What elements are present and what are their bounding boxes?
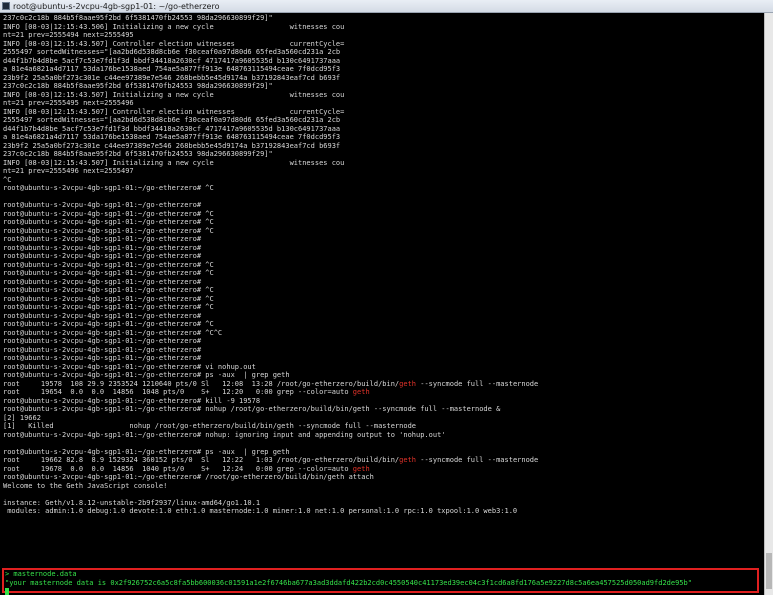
terminal-line: nt=21 prev=2555495 next=2555496 — [3, 99, 134, 107]
terminal-line: root@ubuntu-s-2vcpu-4gb-sgp1-01:~/go-eth… — [3, 277, 202, 286]
terminal-line: d44f1b7b4d8be 5acf7c53e7fd1f3d bbdf34418… — [3, 56, 341, 65]
terminal-line: root 19654 0.0 0.0 14856 1048 pts/0 S+ 1… — [3, 388, 370, 396]
terminal-line: INFO [08-03|12:15:43.506] Initializing a… — [3, 22, 345, 31]
terminal-line: 2555497 sortedWitnesses="[aa2bd6d538d8cb… — [3, 116, 341, 124]
terminal-line: root@ubuntu-s-2vcpu-4gb-sgp1-01:~/go-eth… — [3, 252, 202, 260]
terminal-line: d44f1b7b4d8be 5acf7c53e7fd1f3d bbdf34418… — [3, 124, 341, 133]
terminal-line: root 19678 0.0 0.0 14856 1040 pts/0 S+ 1… — [3, 464, 370, 473]
terminal-line: 2555497 sortedWitnesses="[aa2bd6d538d8cb… — [3, 48, 341, 56]
terminal-line: 23b9f2 25a5a0bf273c301e c44ee97389e7e546… — [3, 73, 341, 82]
terminal-lines: 237c0c2c18b 884b5f8aae95f2bd 6f5381470fb… — [3, 14, 538, 524]
terminal-line: Welcome to the Geth JavaScript console! — [3, 481, 168, 490]
terminal-line: a 81e4a6821a4d7117 53da176be1538aed 754a… — [3, 133, 341, 141]
terminal-line: 237c0c2c18b 884b5f8aae95f2bd 6f5381470fb… — [3, 150, 273, 158]
scrollbar[interactable] — [764, 13, 773, 595]
terminal-line: 237c0c2c18b 884b5f8aae95f2bd 6f5381470fb… — [3, 82, 273, 90]
console-prompt-line — [5, 587, 758, 595]
terminal-line: root@ubuntu-s-2vcpu-4gb-sgp1-01:~/go-eth… — [3, 303, 214, 311]
terminal-line: root@ubuntu-s-2vcpu-4gb-sgp1-01:~/go-eth… — [3, 286, 214, 294]
terminal-output[interactable]: 237c0c2c18b 884b5f8aae95f2bd 6f5381470fb… — [0, 13, 764, 595]
terminal-line: nt=21 prev=2555496 next=2555497 — [3, 167, 134, 175]
terminal-line: root@ubuntu-s-2vcpu-4gb-sgp1-01:~/go-eth… — [3, 184, 214, 192]
terminal-line: instance: Geth/v1.8.12-unstable-2b9f2937… — [3, 498, 261, 507]
text-cursor — [5, 587, 9, 595]
masternode-data-highlight: > masternode.data "your masternode data … — [2, 568, 759, 595]
terminal-line: modules: admin:1.0 debug:1.0 devote:1.0 … — [3, 507, 518, 515]
terminal-line: root@ubuntu-s-2vcpu-4gb-sgp1-01:~/go-eth… — [3, 447, 290, 456]
terminal-line: ^C — [3, 175, 12, 184]
terminal-line: root 19578 108 29.9 2353524 1210640 pts/… — [3, 379, 539, 388]
terminal-line: root@ubuntu-s-2vcpu-4gb-sgp1-01:~/go-eth… — [3, 260, 214, 269]
terminal-line: root@ubuntu-s-2vcpu-4gb-sgp1-01:~/go-eth… — [3, 396, 261, 405]
terminal-line: root@ubuntu-s-2vcpu-4gb-sgp1-01:~/go-eth… — [3, 362, 256, 371]
terminal-icon — [2, 2, 10, 10]
terminal-line: a 81e4a6821a4d7117 53da176be1538aed 754a… — [3, 65, 341, 73]
terminal-line: root@ubuntu-s-2vcpu-4gb-sgp1-01:~/go-eth… — [3, 226, 214, 235]
terminal-line: root@ubuntu-s-2vcpu-4gb-sgp1-01:~/go-eth… — [3, 345, 202, 354]
terminal-line: root@ubuntu-s-2vcpu-4gb-sgp1-01:~/go-eth… — [3, 473, 374, 481]
terminal-line: root@ubuntu-s-2vcpu-4gb-sgp1-01:~/go-eth… — [3, 354, 202, 362]
terminal-line: nt=21 prev=2555494 next=2555495 — [3, 31, 134, 39]
terminal-line: INFO [08-03|12:15:43.507] Initializing a… — [3, 158, 345, 167]
terminal-line: root@ubuntu-s-2vcpu-4gb-sgp1-01:~/go-eth… — [3, 201, 202, 209]
terminal-window: root@ubuntu-s-2vcpu-4gb-sgp1-01: ~/go-et… — [0, 0, 773, 595]
terminal-line: root@ubuntu-s-2vcpu-4gb-sgp1-01:~/go-eth… — [3, 218, 214, 226]
title-bar[interactable]: root@ubuntu-s-2vcpu-4gb-sgp1-01: ~/go-et… — [0, 0, 773, 13]
terminal-line: root@ubuntu-s-2vcpu-4gb-sgp1-01:~/go-eth… — [3, 209, 214, 218]
terminal-line: 23b9f2 25a5a0bf273c301e c44ee97389e7e546… — [3, 141, 341, 150]
terminal-line: root@ubuntu-s-2vcpu-4gb-sgp1-01:~/go-eth… — [3, 405, 501, 413]
terminal-line: root@ubuntu-s-2vcpu-4gb-sgp1-01:~/go-eth… — [3, 371, 290, 379]
terminal-line: INFO [08-03|12:15:43.507] Initializing a… — [3, 90, 345, 99]
terminal-line: root@ubuntu-s-2vcpu-4gb-sgp1-01:~/go-eth… — [3, 243, 202, 252]
terminal-line: root@ubuntu-s-2vcpu-4gb-sgp1-01:~/go-eth… — [3, 294, 214, 303]
console-command: > masternode.data — [5, 570, 77, 578]
terminal-line: [1] Killed nohup /root/go-etherzero/buil… — [3, 422, 417, 430]
terminal-line: root@ubuntu-s-2vcpu-4gb-sgp1-01:~/go-eth… — [3, 269, 214, 277]
terminal-line: root@ubuntu-s-2vcpu-4gb-sgp1-01:~/go-eth… — [3, 235, 202, 243]
terminal-line: 237c0c2c18b 884b5f8aae95f2bd 6f5381470fb… — [3, 14, 273, 22]
terminal-line: INFO [08-03|12:15:43.507] Controller ele… — [3, 107, 345, 116]
console-result: "your masternode data is 0x2f926752c6a5c… — [5, 578, 692, 587]
terminal-line: root@ubuntu-s-2vcpu-4gb-sgp1-01:~/go-eth… — [3, 320, 214, 328]
terminal-line: root@ubuntu-s-2vcpu-4gb-sgp1-01:~/go-eth… — [3, 311, 202, 320]
terminal-line: root@ubuntu-s-2vcpu-4gb-sgp1-01:~/go-eth… — [3, 430, 446, 439]
terminal-line: root@ubuntu-s-2vcpu-4gb-sgp1-01:~/go-eth… — [3, 328, 223, 337]
scrollbar-thumb[interactable] — [766, 553, 772, 589]
window-title: root@ubuntu-s-2vcpu-4gb-sgp1-01: ~/go-et… — [13, 1, 220, 11]
terminal-line: [2] 19662 — [3, 413, 41, 422]
terminal-line: root 19662 82.8 8.9 1529324 360152 pts/0… — [3, 456, 539, 464]
terminal-line: INFO [08-03|12:15:43.507] Controller ele… — [3, 39, 345, 48]
terminal-line: root@ubuntu-s-2vcpu-4gb-sgp1-01:~/go-eth… — [3, 337, 202, 345]
